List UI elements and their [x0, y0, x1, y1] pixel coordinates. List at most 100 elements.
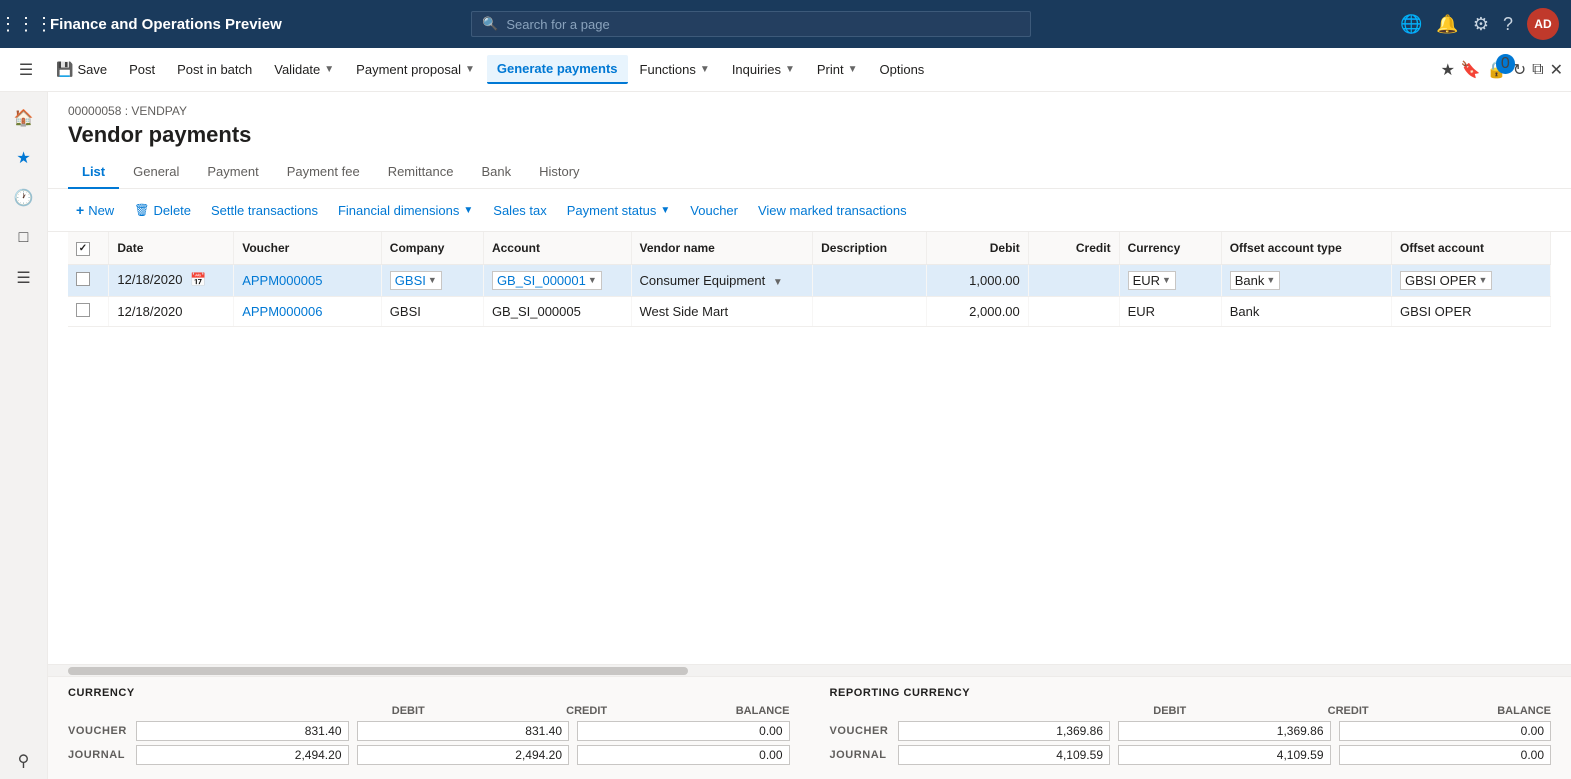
sidebar-home-icon[interactable]: 🏠: [6, 100, 42, 136]
new-label: New: [88, 203, 114, 218]
financial-dimensions-label: Financial dimensions: [338, 203, 459, 218]
currency-summary-title: CURRENCY: [68, 687, 790, 699]
row1-offset-type-dropdown[interactable]: Bank ▼: [1230, 271, 1281, 290]
settle-transactions-button[interactable]: Settle transactions: [203, 198, 326, 223]
horizontal-scrollbar[interactable]: [48, 664, 1571, 676]
waffle-menu-icon[interactable]: ⋮⋮⋮: [12, 10, 40, 38]
account-header[interactable]: Account: [483, 232, 631, 264]
currency-header[interactable]: Currency: [1119, 232, 1221, 264]
org-icon[interactable]: 🌐: [1400, 14, 1422, 35]
rc-debit-header: DEBIT: [1012, 705, 1186, 717]
rc-voucher-row: VOUCHER 1,369.86 1,369.86 0.00: [830, 721, 1552, 741]
functions-button[interactable]: Functions ▼: [630, 56, 720, 83]
payment-proposal-button[interactable]: Payment proposal ▼: [346, 56, 485, 83]
row1-company-dropdown[interactable]: GBSI ▼: [390, 271, 442, 290]
financial-dimensions-button[interactable]: Financial dimensions ▼: [330, 198, 481, 223]
hamburger-menu-icon[interactable]: ☰: [8, 52, 44, 88]
refresh-icon[interactable]: ↻: [1513, 60, 1526, 80]
sidebar-favorites-icon[interactable]: ★: [6, 140, 42, 176]
voucher-header[interactable]: Voucher: [234, 232, 382, 264]
tab-history[interactable]: History: [525, 156, 593, 189]
financial-dimensions-chevron-icon: ▼: [463, 205, 473, 216]
row2-vendor-name: West Side Mart: [631, 296, 813, 326]
credit-header[interactable]: Credit: [1028, 232, 1119, 264]
validate-button[interactable]: Validate ▼: [264, 56, 344, 83]
currency-voucher-credit: 831.40: [357, 721, 570, 741]
rc-voucher-debit: 1,369.86: [898, 721, 1111, 741]
rc-credit-header: CREDIT: [1194, 705, 1368, 717]
print-button[interactable]: Print ▼: [807, 56, 868, 83]
row1-checkbox-input[interactable]: [76, 272, 90, 286]
inquiries-button[interactable]: Inquiries ▼: [722, 56, 805, 83]
sidebar-filter-icon[interactable]: ⚲: [6, 743, 42, 779]
payment-status-chevron-icon: ▼: [660, 205, 670, 216]
row1-currency-value[interactable]: EUR: [1133, 273, 1160, 288]
tab-bank[interactable]: Bank: [467, 156, 525, 189]
row1-debit[interactable]: 1,000.00: [926, 264, 1028, 296]
notification-icon[interactable]: 🔔: [1436, 14, 1458, 35]
table-row[interactable]: 12/18/2020 APPM000006 GBSI GB_SI_000005 …: [68, 296, 1551, 326]
row1-currency-dropdown[interactable]: EUR ▼: [1128, 271, 1176, 290]
debit-header[interactable]: Debit: [926, 232, 1028, 264]
row1-voucher-link[interactable]: APPM000005: [242, 273, 322, 288]
offset-account-type-header[interactable]: Offset account type: [1221, 232, 1391, 264]
row1-company-value[interactable]: GBSI: [395, 273, 426, 288]
help-icon[interactable]: ?: [1503, 14, 1513, 35]
row1-offset-account-value[interactable]: GBSI OPER: [1405, 273, 1477, 288]
tab-payment[interactable]: Payment: [193, 156, 272, 189]
badge-count: 0: [1496, 54, 1515, 74]
delete-button[interactable]: 🗑 Delete: [126, 198, 199, 223]
options-button[interactable]: Options: [870, 56, 935, 83]
save-button[interactable]: 💾 Save: [46, 55, 117, 84]
row1-account: GB_SI_000001 ▼: [483, 264, 631, 296]
open-new-icon[interactable]: ⧉: [1532, 61, 1543, 79]
sidebar-modules-icon[interactable]: ☰: [6, 260, 42, 296]
row1-account-value[interactable]: GB_SI_000001: [497, 273, 586, 288]
currency-voucher-row: VOUCHER 831.40 831.40 0.00: [68, 721, 790, 741]
rc-balance-header: BALANCE: [1377, 705, 1551, 717]
row1-checkbox[interactable]: [68, 264, 109, 296]
description-header[interactable]: Description: [813, 232, 927, 264]
generate-payments-button[interactable]: Generate payments: [487, 55, 628, 84]
table-row[interactable]: 12/18/2020 📅 APPM000005 GBSI ▼: [68, 264, 1551, 296]
row2-checkbox[interactable]: [68, 296, 109, 326]
tab-remittance[interactable]: Remittance: [374, 156, 468, 189]
row1-account-dropdown[interactable]: GB_SI_000001 ▼: [492, 271, 602, 290]
row1-offset-account-dropdown[interactable]: GBSI OPER ▼: [1400, 271, 1492, 290]
sidebar-workspace-icon[interactable]: □: [6, 220, 42, 256]
row1-calendar-icon[interactable]: 📅: [190, 272, 206, 287]
row2-checkbox-input[interactable]: [76, 303, 90, 317]
favorite-icon[interactable]: ★: [1441, 60, 1455, 80]
offset-account-header[interactable]: Offset account: [1391, 232, 1550, 264]
sales-tax-button[interactable]: Sales tax: [485, 198, 554, 223]
row2-voucher-link[interactable]: APPM000006: [242, 304, 322, 319]
row1-offset-type-value[interactable]: Bank: [1235, 273, 1265, 288]
vendor-payments-table: ✓ Date Voucher Company Account Vendor na…: [68, 232, 1551, 327]
close-icon[interactable]: ✕: [1550, 60, 1563, 80]
tab-general[interactable]: General: [119, 156, 193, 189]
scrollbar-thumb[interactable]: [68, 667, 688, 675]
delete-icon: 🗑: [134, 203, 149, 217]
settings-icon[interactable]: ⚙: [1473, 14, 1489, 35]
sidebar-recent-icon[interactable]: 🕐: [6, 180, 42, 216]
post-in-batch-button[interactable]: Post in batch: [167, 56, 262, 83]
voucher-button[interactable]: Voucher: [682, 198, 746, 223]
user-avatar[interactable]: AD: [1527, 8, 1559, 40]
search-bar[interactable]: 🔍: [471, 11, 1031, 37]
tab-payment-fee[interactable]: Payment fee: [273, 156, 374, 189]
search-input[interactable]: [506, 17, 1020, 32]
vendor-name-header[interactable]: Vendor name: [631, 232, 813, 264]
view-marked-transactions-button[interactable]: View marked transactions: [750, 198, 915, 223]
select-all-header[interactable]: ✓: [68, 232, 109, 264]
personalize-icon[interactable]: 🔖: [1461, 60, 1481, 80]
payment-status-button[interactable]: Payment status ▼: [559, 198, 679, 223]
select-all-checkbox[interactable]: ✓: [76, 242, 90, 256]
row1-offset-type: Bank ▼: [1221, 264, 1391, 296]
currency-debit-header: DEBIT: [250, 705, 424, 717]
company-header[interactable]: Company: [381, 232, 483, 264]
post-button[interactable]: Post: [119, 56, 165, 83]
date-header[interactable]: Date: [109, 232, 234, 264]
tab-list[interactable]: List: [68, 156, 119, 189]
new-button[interactable]: + New: [68, 197, 122, 223]
row1-description[interactable]: [813, 264, 927, 296]
